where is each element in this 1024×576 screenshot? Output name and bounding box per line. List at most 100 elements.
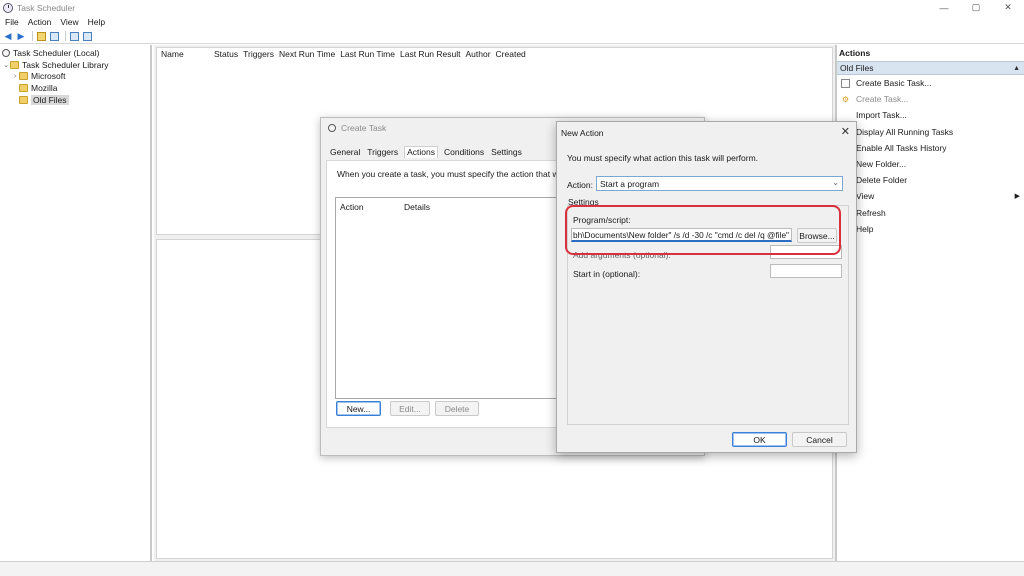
new-action-button[interactable]: New... (336, 401, 381, 416)
action-create-basic-task[interactable]: Create Basic Task... (837, 75, 1024, 91)
action-select-value: Start a program (600, 178, 660, 189)
start-in-label: Start in (optional): (573, 269, 641, 279)
folder-icon (10, 60, 19, 69)
tree-item-mozilla[interactable]: Mozilla (0, 82, 150, 94)
highlight-annotation (565, 205, 841, 255)
blank-icon (841, 111, 850, 120)
action-field-label: Action: (567, 180, 593, 190)
action-help[interactable]: Help (837, 221, 1024, 237)
show-hide-tree-icon[interactable] (49, 31, 59, 41)
tab-settings[interactable]: Settings (490, 147, 523, 158)
menu-file[interactable]: File (5, 17, 19, 27)
task-scheduler-clock-icon (3, 2, 13, 13)
submenu-arrow-icon: ▶ (1014, 193, 1020, 201)
maximize-button[interactable]: ▢ (960, 0, 992, 15)
actions-section-header[interactable]: Old Files ▲ (837, 61, 1024, 75)
actions-list[interactable]: Action Details (335, 197, 565, 399)
gear-icon: ⚙ (841, 94, 850, 104)
action-delete-folder[interactable]: Delete Folder (837, 172, 1024, 188)
tree-item-microsoft[interactable]: › Microsoft (0, 71, 150, 83)
toolbar-separator (65, 31, 66, 41)
new-action-instruction: You must specify what action this task w… (567, 153, 759, 163)
help-icon[interactable] (69, 31, 79, 41)
action-label: View (856, 191, 875, 202)
column-header-triggers[interactable]: Triggers (243, 49, 274, 59)
action-select[interactable]: Start a program ⌄ (596, 176, 843, 191)
action-display-running-tasks[interactable]: Display All Running Tasks (837, 124, 1024, 140)
toolbar: ◀ ▶ (0, 29, 1024, 44)
column-header-name[interactable]: Name (161, 49, 209, 59)
tree-item-label: Old Files (31, 95, 69, 106)
column-header-next-run-time[interactable]: Next Run Time (279, 49, 335, 59)
navigation-tree: Task Scheduler (Local) ⌄ Task Scheduler … (0, 45, 152, 561)
folder-icon (19, 84, 28, 93)
up-folder-icon[interactable] (36, 31, 46, 41)
chevron-down-icon[interactable]: ⌄ (832, 178, 839, 187)
task-list-headers: Name Status Triggers Next Run Time Last … (157, 48, 832, 60)
column-header-action[interactable]: Action (340, 202, 364, 212)
action-enable-history[interactable]: Enable All Tasks History (837, 140, 1024, 156)
tab-general[interactable]: General (329, 147, 361, 158)
tree-item-old-files[interactable]: Old Files (0, 94, 150, 106)
folder-icon (19, 72, 28, 81)
column-header-status[interactable]: Status (214, 49, 238, 59)
action-refresh[interactable]: Refresh (837, 205, 1024, 221)
properties-icon[interactable] (82, 31, 92, 41)
action-label: Create Basic Task... (856, 78, 932, 89)
back-arrow-icon[interactable]: ◀ (3, 31, 13, 41)
column-header-author[interactable]: Author (465, 49, 490, 59)
minimize-button[interactable]: — (928, 0, 960, 15)
title-bar: Task Scheduler — ▢ ✕ (0, 0, 1024, 15)
collapse-caret-icon[interactable]: ▲ (1013, 65, 1020, 72)
create-task-title-bar[interactable]: Create Task (328, 123, 386, 133)
tab-triggers[interactable]: Triggers (366, 147, 399, 158)
tree-item-task-scheduler-library[interactable]: ⌄ Task Scheduler Library (0, 59, 150, 71)
clock-icon (328, 124, 336, 132)
close-icon[interactable]: ✕ (841, 125, 850, 138)
edit-action-button[interactable]: Edit... (390, 401, 430, 416)
action-label: New Folder... (856, 159, 907, 170)
actions-pane: Actions Old Files ▲ Create Basic Task...… (837, 45, 1024, 561)
tree-item-label: Microsoft (31, 71, 66, 82)
action-label: Refresh (856, 207, 886, 218)
tree-item-label: Task Scheduler Library (22, 59, 109, 70)
forward-arrow-icon[interactable]: ▶ (16, 31, 26, 41)
tree-item-label: Mozilla (31, 83, 58, 94)
menu-help[interactable]: Help (88, 17, 105, 27)
action-label: Import Task... (856, 110, 907, 121)
tree-item-task-scheduler-local[interactable]: Task Scheduler (Local) (0, 47, 150, 59)
column-header-last-run-result[interactable]: Last Run Result (400, 49, 460, 59)
create-task-tabs: General Triggers Actions Conditions Sett… (329, 146, 528, 158)
close-button[interactable]: ✕ (992, 0, 1024, 15)
column-header-last-run-time[interactable]: Last Run Time (340, 49, 395, 59)
document-icon (841, 78, 850, 88)
tab-conditions[interactable]: Conditions (443, 147, 485, 158)
chevron-down-icon[interactable]: ⌄ (2, 61, 10, 69)
cancel-button[interactable]: Cancel (792, 432, 847, 447)
action-view[interactable]: View ▶ (837, 188, 1024, 204)
menu-bar: File Action View Help (0, 15, 1024, 29)
column-header-details[interactable]: Details (404, 202, 430, 212)
start-in-input[interactable] (770, 264, 842, 278)
action-new-folder[interactable]: New Folder... (837, 156, 1024, 172)
toolbar-separator (32, 31, 33, 41)
menu-action[interactable]: Action (28, 17, 52, 27)
action-label: Delete Folder (856, 175, 908, 186)
ok-button[interactable]: OK (732, 432, 787, 447)
window-controls: — ▢ ✕ (928, 0, 1024, 15)
delete-action-button[interactable]: Delete (435, 401, 479, 416)
column-header-created[interactable]: Created (496, 49, 526, 59)
action-label: Enable All Tasks History (856, 142, 947, 153)
action-import-task[interactable]: Import Task... (837, 107, 1024, 123)
status-bar (0, 561, 1024, 576)
chevron-right-icon[interactable]: › (11, 73, 19, 80)
tree-item-label: Task Scheduler (Local) (13, 47, 100, 58)
new-action-dialog: New Action ✕ You must specify what actio… (556, 121, 857, 453)
action-create-task[interactable]: ⚙ Create Task... (837, 91, 1024, 107)
action-label: Help (856, 223, 874, 234)
window-title: Task Scheduler (17, 2, 76, 13)
folder-icon (19, 96, 28, 105)
tab-actions[interactable]: Actions (404, 146, 438, 158)
menu-view[interactable]: View (60, 17, 78, 27)
new-action-title: New Action (561, 128, 604, 138)
